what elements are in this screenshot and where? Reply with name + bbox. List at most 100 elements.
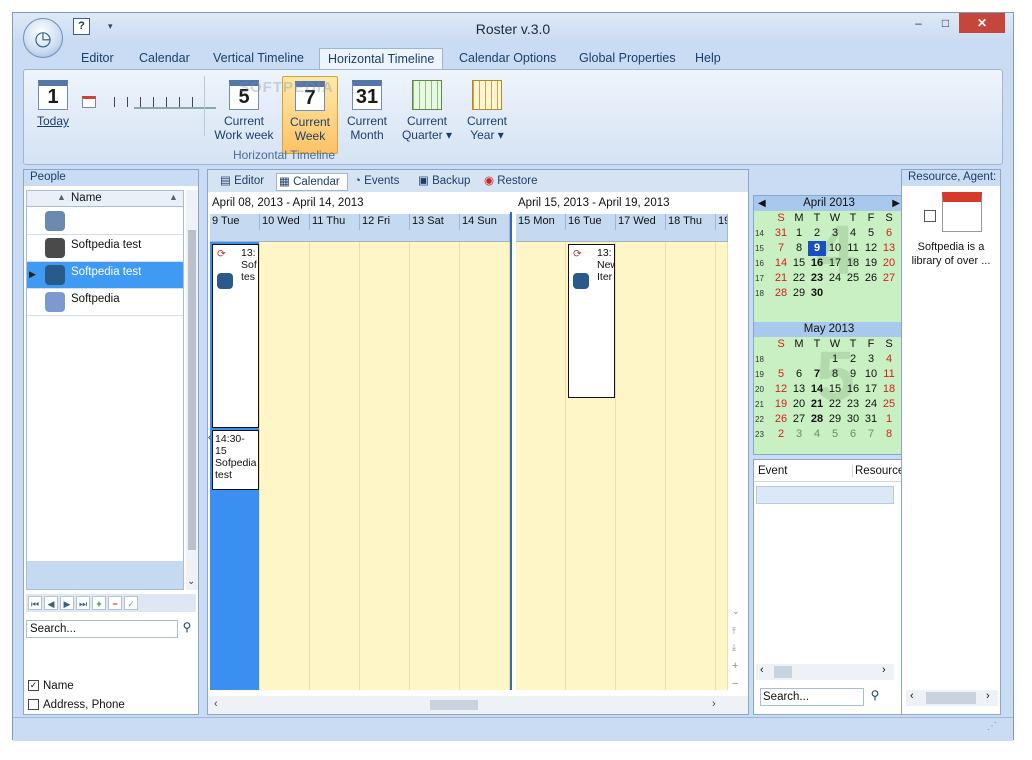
event-row[interactable] xyxy=(756,486,894,504)
day-cell[interactable]: 24 xyxy=(862,397,880,412)
day-cell[interactable]: 1 xyxy=(880,412,898,427)
zoom-in-icon[interactable]: + xyxy=(732,660,738,672)
binoculars-icon[interactable]: ⚲ xyxy=(866,688,884,706)
day-cell[interactable]: 28 xyxy=(808,412,826,427)
day-cell[interactable]: 19 xyxy=(772,397,790,412)
day-cell[interactable]: 4 xyxy=(844,226,862,241)
events-search-input[interactable]: Search... xyxy=(760,688,864,706)
scroll-thumb[interactable] xyxy=(430,700,478,710)
day-header[interactable]: 11 Thu xyxy=(310,214,360,230)
day-header[interactable]: 14 Sun xyxy=(460,214,510,230)
day-cell[interactable]: 28 xyxy=(772,286,790,301)
day-cell[interactable]: 11 xyxy=(844,241,862,256)
filter-icon[interactable]: ▲ xyxy=(169,192,178,202)
day-header[interactable]: 13 Sat xyxy=(410,214,460,230)
timeline-scrollbar-h[interactable]: ‹ › xyxy=(208,696,748,714)
view-tab-restore[interactable]: ◉ Restore xyxy=(482,173,548,191)
day-cell[interactable]: 19 xyxy=(862,256,880,271)
day-column[interactable] xyxy=(310,242,360,690)
day-cell[interactable]: 2 xyxy=(772,427,790,442)
day-cell[interactable]: 10 xyxy=(826,241,844,256)
day-cell[interactable]: 12 xyxy=(862,241,880,256)
day-cell[interactable]: 2 xyxy=(808,226,826,241)
day-cell[interactable]: 7 xyxy=(862,427,880,442)
day-cell[interactable]: 30 xyxy=(844,412,862,427)
day-cell[interactable]: 3 xyxy=(790,427,808,442)
scroll-thumb[interactable] xyxy=(188,230,196,550)
checkbox-box[interactable]: ✓ xyxy=(28,680,39,692)
delete-record-button[interactable]: − xyxy=(108,596,122,610)
scroll-left-icon[interactable]: ‹ xyxy=(910,690,914,702)
day-cell[interactable]: 25 xyxy=(844,271,862,286)
prev-month-icon[interactable]: ◀ xyxy=(758,196,766,211)
scroll-down-icon[interactable]: ⌄ xyxy=(732,606,740,617)
day-cell[interactable]: 18 xyxy=(844,256,862,271)
day-cell[interactable]: 18 xyxy=(880,382,898,397)
add-record-button[interactable]: + xyxy=(92,596,106,610)
post-record-button[interactable]: ✓ xyxy=(124,596,138,610)
day-cell[interactable]: 14 xyxy=(808,382,826,397)
day-column[interactable] xyxy=(616,242,666,690)
scroll-bottom-icon[interactable]: ⤓ xyxy=(732,642,736,653)
day-cell[interactable]: 4 xyxy=(880,352,898,367)
day-cell[interactable]: 26 xyxy=(862,271,880,286)
scroll-thumb[interactable] xyxy=(926,692,976,704)
day-cell[interactable]: 16 xyxy=(808,256,826,271)
day-cell[interactable]: 31 xyxy=(862,412,880,427)
day-cell[interactable]: 17 xyxy=(862,382,880,397)
day-cell[interactable]: 20 xyxy=(880,256,898,271)
view-tab-calendar[interactable]: ▦ Calendar xyxy=(276,173,348,191)
day-cell[interactable]: 13 xyxy=(790,382,808,397)
tab-vertical-timeline[interactable]: Vertical Timeline xyxy=(205,48,312,70)
day-cell[interactable]: 25 xyxy=(880,397,898,412)
last-record-button[interactable]: ⏭ xyxy=(76,596,90,610)
day-cell[interactable]: 29 xyxy=(790,286,808,301)
day-cell[interactable]: 23 xyxy=(844,397,862,412)
day-cell[interactable]: 6 xyxy=(880,226,898,241)
scroll-right-icon[interactable]: › xyxy=(986,690,990,702)
day-cell[interactable]: 21 xyxy=(808,397,826,412)
day-cell[interactable]: 31 xyxy=(772,226,790,241)
day-cell[interactable]: 23 xyxy=(808,271,826,286)
day-cell[interactable]: 4 xyxy=(808,427,826,442)
tab-calendar[interactable]: Calendar xyxy=(131,48,198,70)
tab-calendar-options[interactable]: Calendar Options xyxy=(451,48,564,70)
resource-scrollbar-h[interactable]: ‹ › xyxy=(906,690,998,706)
day-cell[interactable]: 3 xyxy=(862,352,880,367)
day-cell[interactable]: 21 xyxy=(772,271,790,286)
timeline-scrollbar-v[interactable]: ⌄ ⤒ ⤓ + − xyxy=(728,216,746,694)
day-cell[interactable]: 9 xyxy=(844,367,862,382)
day-column[interactable] xyxy=(260,242,310,690)
first-record-button[interactable]: ⏮ xyxy=(28,596,42,610)
scroll-left-icon[interactable]: ‹ xyxy=(214,698,218,710)
resource-checkbox[interactable] xyxy=(924,210,936,222)
resize-grip-icon[interactable]: ⋰ xyxy=(987,721,1003,737)
event-card[interactable]: 14:30-15 Sofpedia test xyxy=(212,430,259,490)
day-header[interactable]: 19 xyxy=(716,214,728,230)
event-card[interactable]: 13: Sof tes ⟳ xyxy=(212,244,259,428)
day-cell[interactable]: 26 xyxy=(772,412,790,427)
day-column[interactable] xyxy=(716,242,728,690)
day-cell[interactable]: 5 xyxy=(772,367,790,382)
day-cell[interactable]: 11 xyxy=(880,367,898,382)
day-header[interactable]: 16 Tue xyxy=(566,214,616,230)
day-header[interactable]: 17 Wed xyxy=(616,214,666,230)
day-cell[interactable]: 6 xyxy=(790,367,808,382)
tab-global-properties[interactable]: Global Properties xyxy=(571,48,684,70)
tab-horizontal-timeline[interactable]: Horizontal Timeline xyxy=(319,48,444,70)
day-header[interactable]: 9 Tue xyxy=(210,214,260,230)
event-card[interactable]: 13: New Iter ⟳ xyxy=(568,244,615,398)
current-month-button[interactable]: 31 Current Month xyxy=(340,76,394,146)
view-tab-backup[interactable]: ▣ Backup xyxy=(416,173,480,191)
scroll-thumb[interactable] xyxy=(774,666,792,678)
day-cell[interactable]: 17 xyxy=(826,256,844,271)
day-cell[interactable]: 15 xyxy=(790,256,808,271)
day-cell[interactable]: 6 xyxy=(844,427,862,442)
people-search-input[interactable]: Search... xyxy=(26,620,178,638)
day-cell[interactable]: 8 xyxy=(826,367,844,382)
person-row-selected[interactable]: ▶ Softpedia test xyxy=(27,262,183,289)
today-button[interactable]: 1 Today xyxy=(28,76,78,146)
tab-editor[interactable]: Editor xyxy=(73,48,122,70)
view-tab-events[interactable]: ◔ Events xyxy=(352,173,414,191)
day-cell[interactable]: 13 xyxy=(880,241,898,256)
